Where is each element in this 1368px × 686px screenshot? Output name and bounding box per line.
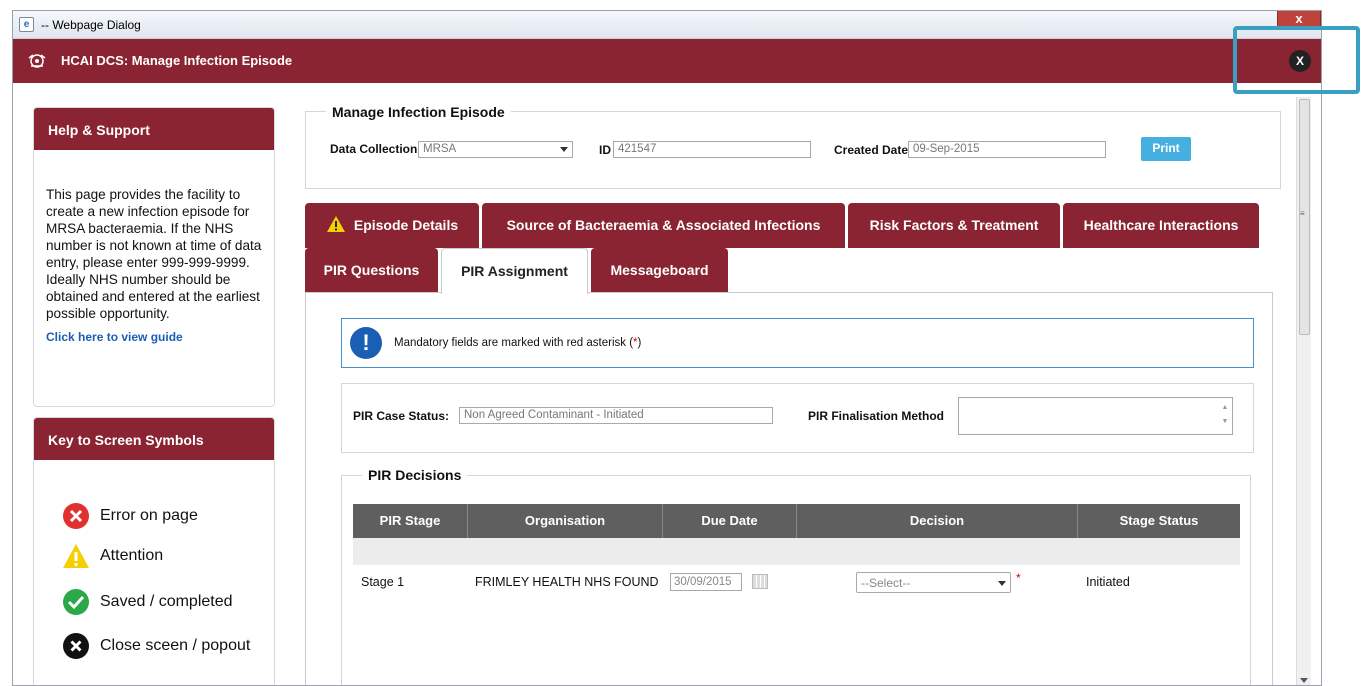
pir-finalisation-textarea[interactable]: ▲ ▼ — [958, 397, 1233, 435]
tab-healthcare-interactions[interactable]: Healthcare Interactions — [1063, 203, 1259, 248]
window-title: -- Webpage Dialog — [41, 18, 141, 32]
attention-icon — [63, 544, 89, 568]
data-collection-value: MRSA — [423, 143, 457, 155]
calendar-icon[interactable] — [752, 574, 768, 589]
id-label: ID — [599, 143, 611, 157]
column-header-stage-status[interactable]: Stage Status — [1078, 504, 1240, 538]
pir-finalisation-label: PIR Finalisation Method — [808, 409, 945, 423]
created-date-field[interactable]: 09-Sep-2015 — [908, 141, 1106, 158]
help-support-title: Help & Support — [34, 108, 274, 150]
tab-label: Episode Details — [353, 217, 459, 233]
row-organisation: FRIMLEY HEALTH NHS FOUND — [475, 575, 659, 589]
tab-pir-questions[interactable]: PIR Questions — [305, 248, 438, 293]
manage-episode-legend: Manage Infection Episode — [326, 104, 511, 120]
app-title: HCAI DCS: Manage Infection Episode — [61, 53, 293, 68]
decision-value: --Select-- — [861, 576, 911, 590]
close-icon — [63, 633, 89, 659]
key-symbols-panel: Key to Screen Symbols Error on page Atte… — [33, 417, 275, 685]
data-collection-select[interactable]: MRSA — [418, 141, 573, 158]
table-filter-row — [353, 538, 1240, 565]
decision-select[interactable]: --Select-- — [856, 572, 1011, 593]
saved-icon — [63, 589, 89, 615]
column-header-pir-stage[interactable]: PIR Stage — [353, 504, 468, 538]
help-text: This page provides the facility to creat… — [46, 187, 262, 321]
key-label: Error on page — [100, 507, 198, 524]
textarea-scrollbar[interactable]: ▲ ▼ — [1220, 401, 1230, 431]
data-collection-label: Data Collection — [330, 142, 418, 156]
chevron-down-icon — [560, 147, 568, 152]
attention-icon — [326, 216, 345, 233]
tab-messageboard[interactable]: Messageboard — [591, 248, 728, 293]
chevron-down-icon — [998, 581, 1006, 586]
webpage-dialog-window: e -- Webpage Dialog x HCAI DCS: Manage I… — [12, 10, 1322, 686]
tab-episode-details[interactable]: Episode Details — [305, 203, 479, 248]
pir-decisions-legend: PIR Decisions — [362, 467, 468, 483]
column-header-due-date[interactable]: Due Date — [663, 504, 797, 538]
window-titlebar: e -- Webpage Dialog x — [13, 11, 1321, 39]
column-header-decision[interactable]: Decision — [797, 504, 1078, 538]
info-icon: ! — [350, 327, 382, 359]
key-label: Saved / completed — [100, 593, 233, 610]
print-button[interactable]: Print — [1141, 137, 1191, 161]
error-icon — [63, 503, 89, 529]
tab-risk-factors[interactable]: Risk Factors & Treatment — [848, 203, 1060, 248]
info-text-close: ) — [637, 337, 642, 349]
vertical-scrollbar[interactable]: ≡ — [1296, 97, 1311, 685]
due-date-field[interactable]: 30/09/2015 — [670, 573, 742, 591]
info-text: Mandatory fields are marked with red ast… — [394, 337, 634, 349]
scrollbar-grip: ≡ — [1300, 209, 1305, 218]
scroll-down-arrow-icon[interactable] — [1300, 678, 1308, 683]
column-header-organisation[interactable]: Organisation — [468, 504, 663, 538]
key-label: Attention — [100, 547, 164, 564]
id-field[interactable]: 421547 — [613, 141, 811, 158]
mandatory-info-text: Mandatory fields are marked with red ast… — [394, 337, 641, 349]
tab-source-bacteraemia[interactable]: Source of Bacteraemia & Associated Infec… — [482, 203, 845, 248]
tab-pir-assignment[interactable]: PIR Assignment — [441, 248, 588, 294]
pir-case-status-label: PIR Case Status: — [353, 409, 450, 423]
key-symbols-title: Key to Screen Symbols — [34, 418, 274, 460]
close-button-highlight — [1233, 26, 1360, 94]
pir-case-status-field[interactable]: Non Agreed Contaminant - Initiated — [459, 407, 773, 424]
mandatory-info-box: ! Mandatory fields are marked with red a… — [341, 318, 1254, 368]
crest-logo-icon — [28, 54, 46, 68]
required-asterisk: * — [1016, 571, 1021, 585]
row-stage-status: Initiated — [1086, 575, 1130, 589]
view-guide-link[interactable]: Click here to view guide — [34, 322, 274, 344]
row-stage: Stage 1 — [361, 575, 405, 589]
browser-icon: e — [19, 17, 34, 32]
app-header: HCAI DCS: Manage Infection Episode X — [13, 39, 1321, 83]
help-support-panel: Help & Support This page provides the fa… — [33, 107, 275, 407]
created-date-label: Created Date — [834, 143, 909, 157]
key-label: Close sceen / popout — [100, 637, 251, 654]
